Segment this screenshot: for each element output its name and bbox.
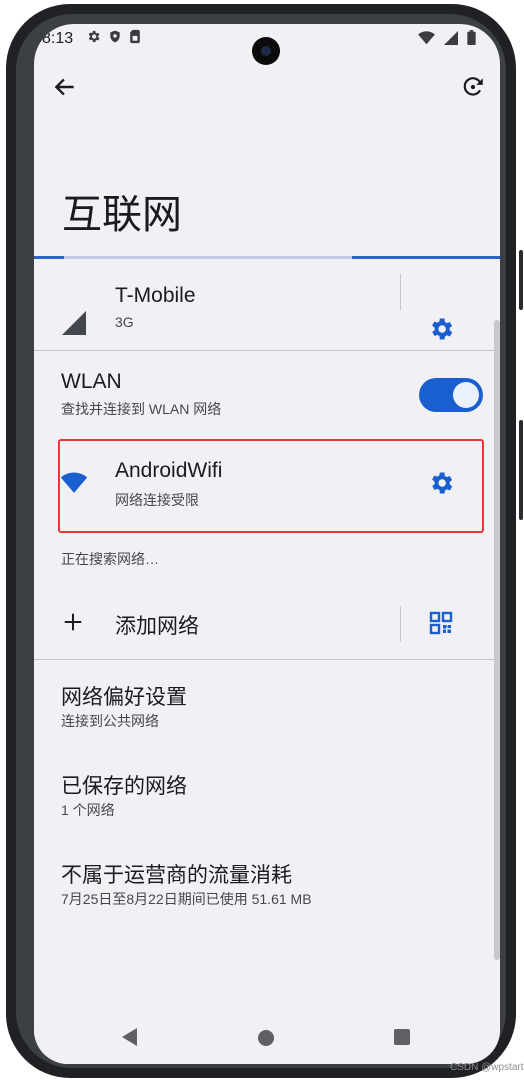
add-network-label: 添加网络 bbox=[115, 615, 199, 638]
nav-recents-icon[interactable] bbox=[394, 1029, 410, 1045]
searching-status: 正在搜索网络… bbox=[61, 551, 159, 567]
power-button bbox=[519, 420, 523, 520]
nav-back-icon[interactable] bbox=[122, 1028, 137, 1046]
battery-icon bbox=[467, 30, 476, 45]
status-icons-right bbox=[418, 30, 476, 45]
shield-icon bbox=[110, 30, 120, 43]
qr-code-scan-icon bbox=[429, 611, 453, 635]
cellular-signal-icon bbox=[444, 30, 458, 45]
mobile-network-settings-button[interactable] bbox=[427, 315, 455, 348]
arrow-back-icon bbox=[54, 78, 74, 96]
wifi-icon bbox=[418, 30, 435, 44]
back-button[interactable] bbox=[52, 74, 78, 105]
cellular-signal-icon bbox=[62, 311, 86, 335]
non-carrier-data-usage-item[interactable]: 不属于运营商的流量消耗 7月25日至8月22日期间已使用 51.61 MB bbox=[34, 842, 500, 926]
mobile-network-type: 3G bbox=[115, 314, 134, 330]
volume-button bbox=[519, 250, 523, 310]
status-icons-left bbox=[86, 29, 141, 44]
data-usage-subtitle: 7月25日至8月22日期间已使用 51.61 MB bbox=[61, 891, 312, 907]
nav-home-icon[interactable] bbox=[258, 1030, 274, 1046]
saved-networks-title: 已保存的网络 bbox=[61, 775, 187, 798]
section-divider bbox=[34, 659, 500, 660]
scan-progress-indicator bbox=[352, 256, 500, 259]
qr-scan-button[interactable] bbox=[429, 611, 453, 640]
row-divider bbox=[400, 606, 401, 642]
wlan-toggle[interactable] bbox=[419, 378, 483, 412]
front-camera bbox=[252, 37, 280, 65]
wlan-subtitle: 查找并连接到 WLAN 网络 bbox=[61, 401, 222, 417]
scan-progress-indicator bbox=[34, 256, 64, 259]
scrollbar[interactable] bbox=[494, 320, 500, 960]
highlight-annotation bbox=[58, 439, 484, 533]
preference-subtitle: 连接到公共网络 bbox=[61, 713, 159, 729]
network-preferences-item[interactable]: 网络偏好设置 连接到公共网络 bbox=[34, 664, 500, 748]
wlan-title: WLAN bbox=[61, 370, 122, 393]
data-usage-title: 不属于运营商的流量消耗 bbox=[61, 864, 292, 887]
plus-icon bbox=[64, 613, 82, 631]
gear-icon bbox=[88, 30, 100, 43]
row-divider bbox=[400, 274, 401, 310]
watermark: CSDN @wpstart bbox=[450, 1062, 524, 1073]
help-button[interactable] bbox=[460, 74, 486, 105]
saved-networks-item[interactable]: 已保存的网络 1 个网络 bbox=[34, 753, 500, 837]
status-time: 8:13 bbox=[42, 30, 74, 47]
saved-networks-subtitle: 1 个网络 bbox=[61, 802, 115, 818]
help-refresh-icon bbox=[463, 77, 483, 96]
toggle-knob bbox=[453, 382, 479, 408]
phone-screen: 8:13 互联网 T-Mobile 3G WLAN 查找并连接到 WLAN 网络 bbox=[34, 24, 500, 1064]
sim-card-icon bbox=[130, 29, 140, 44]
preference-title: 网络偏好设置 bbox=[61, 686, 187, 709]
page-title: 互联网 bbox=[62, 193, 182, 237]
gear-icon bbox=[432, 318, 453, 340]
mobile-network-name: T-Mobile bbox=[115, 284, 196, 307]
mobile-network-row[interactable]: T-Mobile 3G bbox=[34, 260, 500, 350]
